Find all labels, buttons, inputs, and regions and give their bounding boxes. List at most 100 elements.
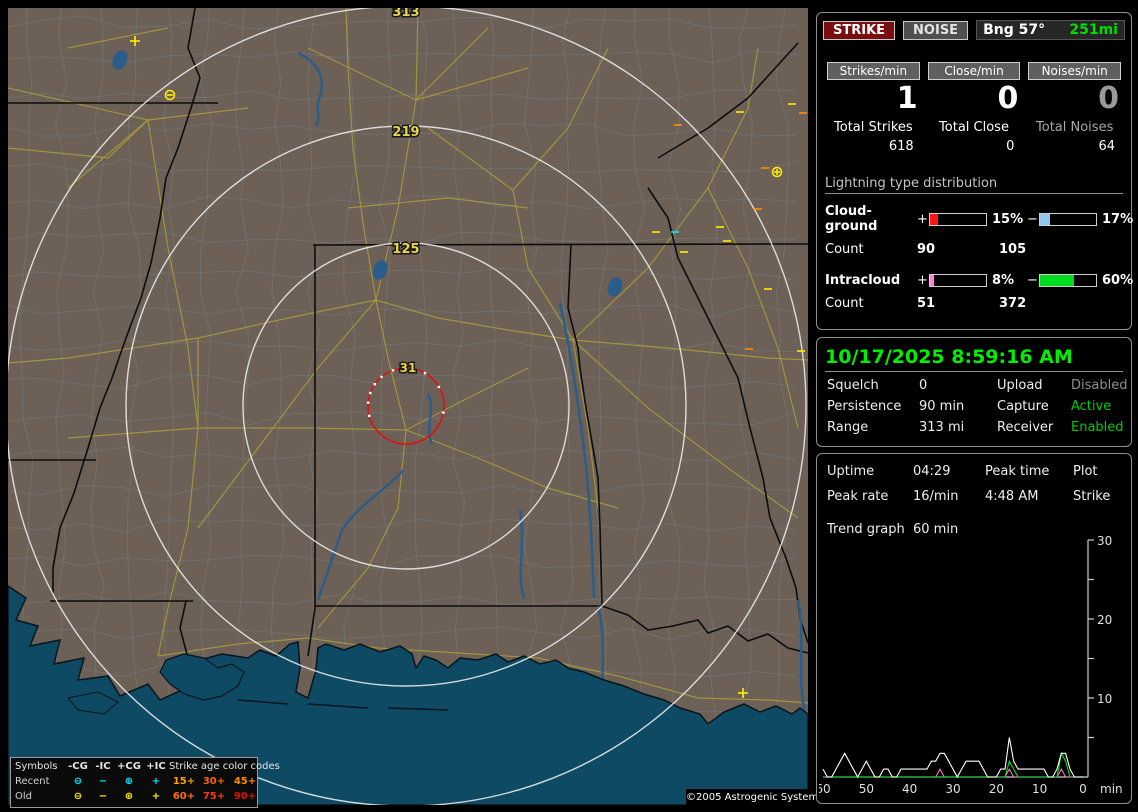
- noises-per-min-value: 0: [1024, 82, 1125, 116]
- lightning-map[interactable]: 31321912531 Symbols -CG -IC +CG +IC Stri…: [8, 8, 808, 805]
- legend-col-pic: +IC: [143, 759, 169, 774]
- svg-text:min: min: [1100, 782, 1123, 796]
- svg-text:30: 30: [945, 782, 960, 796]
- squelch-label: Squelch: [827, 378, 919, 393]
- strikes-per-min-value: 1: [823, 82, 924, 116]
- noise-mode-button[interactable]: NOISE: [903, 21, 968, 40]
- trend-panel: Uptime 04:29 Peak time Plot Peak rate 16…: [816, 453, 1132, 804]
- plot-label: Plot: [1073, 464, 1131, 479]
- legend-row-recent-label: Recent: [15, 774, 65, 789]
- age-15: 15+: [169, 774, 199, 789]
- strike-mode-button[interactable]: STRIKE: [823, 21, 895, 40]
- plus-sign: +: [917, 212, 929, 227]
- minus-sign: −: [1027, 273, 1039, 288]
- total-close-label: Total Close: [924, 120, 1025, 135]
- recent-nic-icon: −: [91, 774, 115, 789]
- peak-rate-label: Peak rate: [827, 489, 913, 504]
- upload-status: Disabled: [1071, 378, 1131, 393]
- map-canvas[interactable]: 31321912531: [8, 8, 808, 805]
- noises-per-min-chip: Noises/min: [1028, 62, 1121, 80]
- total-noises-value: 64: [1024, 139, 1125, 154]
- close-per-min-chip: Close/min: [928, 62, 1021, 80]
- svg-text:125: 125: [392, 242, 419, 257]
- persistence-value: 90 min: [919, 399, 997, 414]
- svg-text:20: 20: [1097, 613, 1112, 627]
- intracloud-pos-pct: 8%: [987, 273, 1027, 288]
- status-panel: 10/17/2025 8:59:16 AM Squelch 0 Upload D…: [816, 337, 1132, 447]
- age-90: 90+: [229, 789, 261, 804]
- close-per-min-value: 0: [924, 82, 1025, 116]
- range-label: Range: [827, 420, 919, 435]
- svg-text:313: 313: [392, 8, 419, 20]
- datetime-display: 10/17/2025 8:59:16 AM: [825, 346, 1123, 372]
- svg-text:30: 30: [1097, 534, 1112, 548]
- total-strikes-value: 618: [823, 139, 924, 154]
- receiver-status: Enabled: [1071, 420, 1131, 435]
- plot-type-value: Strike: [1073, 489, 1131, 504]
- total-noises-label: Total Noises: [1024, 120, 1125, 135]
- bearing-label: Bng 57°: [983, 22, 1045, 38]
- intracloud-label: Intracloud: [825, 273, 917, 288]
- svg-text:60: 60: [819, 782, 831, 796]
- age-30: 30+: [199, 774, 229, 789]
- capture-status: Active: [1071, 399, 1131, 414]
- receiver-label: Receiver: [997, 420, 1071, 435]
- svg-text:10: 10: [1097, 692, 1112, 706]
- intracloud-neg-bar: [1039, 274, 1097, 287]
- cloud-ground-neg-bar: [1039, 213, 1097, 226]
- cloud-ground-neg-pct: 17%: [1097, 212, 1138, 227]
- cloud-ground-pos-pct: 15%: [987, 212, 1027, 227]
- total-strikes-label: Total Strikes: [823, 120, 924, 135]
- age-75: 75+: [199, 789, 229, 804]
- old-ncg-icon: ⊖: [65, 789, 91, 804]
- old-pic-icon: +: [143, 789, 169, 804]
- uptime-label: Uptime: [827, 464, 913, 479]
- svg-text:50: 50: [859, 782, 874, 796]
- stats-panel: STRIKE NOISE Bng 57° 251mi Strikes/min 1…: [816, 12, 1132, 330]
- map-legend: Symbols -CG -IC +CG +IC Strike age color…: [10, 757, 258, 808]
- bearing-readout: Bng 57° 251mi: [976, 20, 1125, 40]
- peak-rate-value: 16/min: [913, 489, 985, 504]
- squelch-value: 0: [919, 378, 997, 393]
- bearing-distance: 251mi: [1069, 22, 1118, 38]
- recent-ncg-icon: ⊖: [65, 774, 91, 789]
- capture-label: Capture: [997, 399, 1071, 414]
- range-value: 313 mi: [919, 420, 997, 435]
- legend-col-ncg: -CG: [65, 759, 91, 774]
- svg-text:40: 40: [902, 782, 917, 796]
- svg-text:20: 20: [989, 782, 1004, 796]
- upload-label: Upload: [997, 378, 1071, 393]
- app-window: 31321912531 Symbols -CG -IC +CG +IC Stri…: [0, 0, 1138, 812]
- old-nic-icon: −: [91, 789, 115, 804]
- old-pcg-icon: ⊕: [115, 789, 143, 804]
- age-60: 60+: [169, 789, 199, 804]
- legend-symbols-header: Symbols: [15, 759, 65, 774]
- recent-pic-icon: +: [143, 774, 169, 789]
- svg-text:219: 219: [392, 125, 419, 140]
- minus-sign: −: [1027, 212, 1039, 227]
- cloud-ground-pos-bar: [929, 213, 987, 226]
- legend-col-nic: -IC: [91, 759, 115, 774]
- intracloud-pos-count: 51: [917, 296, 999, 311]
- legend-row-old-label: Old: [15, 789, 65, 804]
- cloud-ground-neg-count: 105: [999, 242, 1119, 257]
- svg-text:10: 10: [1032, 782, 1047, 796]
- distribution-title: Lightning type distribution: [825, 176, 1123, 194]
- legend-col-pcg: +CG: [115, 759, 143, 774]
- cloud-ground-label: Cloud-ground: [825, 204, 917, 234]
- plus-sign: +: [917, 273, 929, 288]
- legend-age-header: Strike age color codes: [169, 759, 261, 774]
- trend-graph-chart: 10 20 30 60 50 40 30 20 10 0 min: [819, 532, 1129, 800]
- count-label: Count: [825, 296, 917, 311]
- copyright-text: ©2005 Astrogenic Systems: [686, 789, 810, 806]
- peak-time-value: 4:48 AM: [985, 489, 1073, 504]
- cloud-ground-pos-count: 90: [917, 242, 999, 257]
- intracloud-neg-count: 372: [999, 296, 1119, 311]
- svg-text:0: 0: [1079, 782, 1087, 796]
- age-45: 45+: [229, 774, 261, 789]
- peak-time-label: Peak time: [985, 464, 1073, 479]
- intracloud-neg-pct: 60%: [1097, 273, 1138, 288]
- uptime-value: 04:29: [913, 464, 985, 479]
- persistence-label: Persistence: [827, 399, 919, 414]
- count-label: Count: [825, 242, 917, 257]
